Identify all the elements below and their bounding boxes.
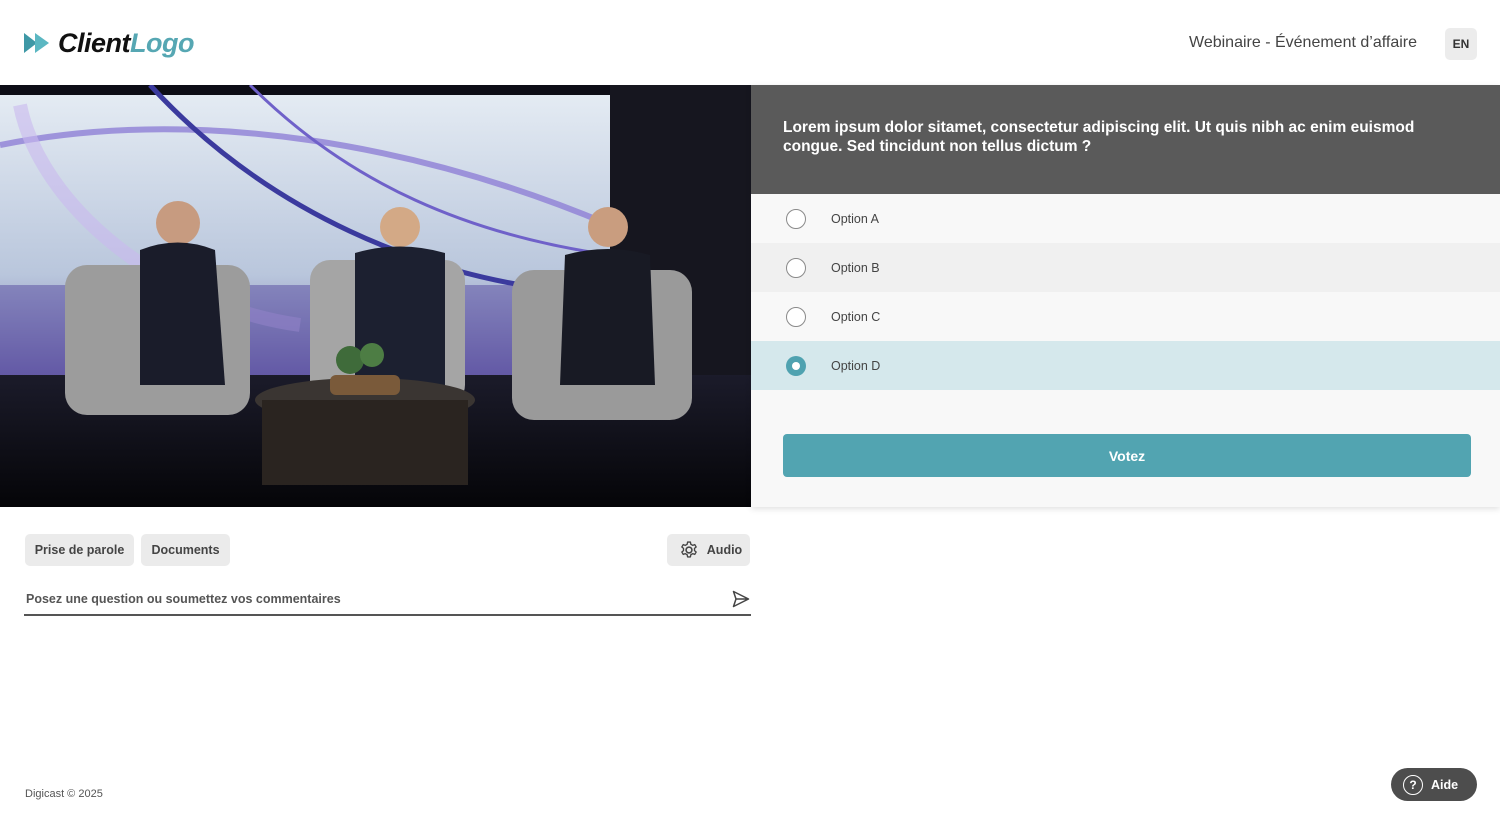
audio-label: Audio (706, 543, 743, 557)
event-title: Webinaire - Événement d’affaire (1189, 34, 1417, 51)
poll-panel: Lorem ipsum dolor sitamet, consectetur a… (751, 85, 1500, 507)
comment-placeholder: Posez une question ou soumettez vos comm… (26, 592, 341, 606)
audio-settings-button[interactable]: Audio (667, 534, 750, 566)
comment-input[interactable]: Posez une question ou soumettez vos comm… (24, 586, 751, 616)
poll-option-c[interactable]: Option C (751, 292, 1500, 341)
radio-button-selected[interactable] (786, 355, 806, 376)
poll-question: Lorem ipsum dolor sitamet, consectetur a… (751, 85, 1500, 194)
radio-button[interactable] (786, 306, 806, 327)
poll-option-d[interactable]: Option D (751, 341, 1500, 390)
gear-icon (680, 541, 697, 558)
documents-button[interactable]: Documents (141, 534, 230, 566)
language-button[interactable]: EN (1445, 28, 1477, 60)
radio-button[interactable] (786, 257, 806, 278)
send-icon[interactable] (731, 589, 751, 609)
poll-option-a[interactable]: Option A (751, 194, 1500, 243)
poll-option-label: Option A (831, 211, 879, 226)
question-circle-icon: ? (1403, 774, 1423, 795)
poll-option-label: Option C (831, 309, 881, 324)
header: ClientLogo Webinaire - Événement d’affai… (0, 0, 1500, 85)
client-logo: ClientLogo (24, 26, 194, 60)
help-label: Aide (1431, 777, 1459, 792)
vote-button[interactable]: Votez (783, 434, 1471, 477)
poll-option-b[interactable]: Option B (751, 243, 1500, 292)
logo-text: ClientLogo (58, 27, 194, 58)
radio-button[interactable] (786, 208, 806, 229)
poll-option-label: Option B (831, 260, 880, 275)
video-frame (0, 85, 751, 507)
copyright: Digicast © 2025 (25, 788, 103, 800)
video-player[interactable] (0, 85, 751, 507)
play-arrows-icon (24, 33, 49, 53)
speak-request-button[interactable]: Prise de parole (25, 534, 134, 566)
poll-option-label: Option D (831, 358, 881, 373)
help-button[interactable]: ? Aide (1391, 768, 1477, 801)
